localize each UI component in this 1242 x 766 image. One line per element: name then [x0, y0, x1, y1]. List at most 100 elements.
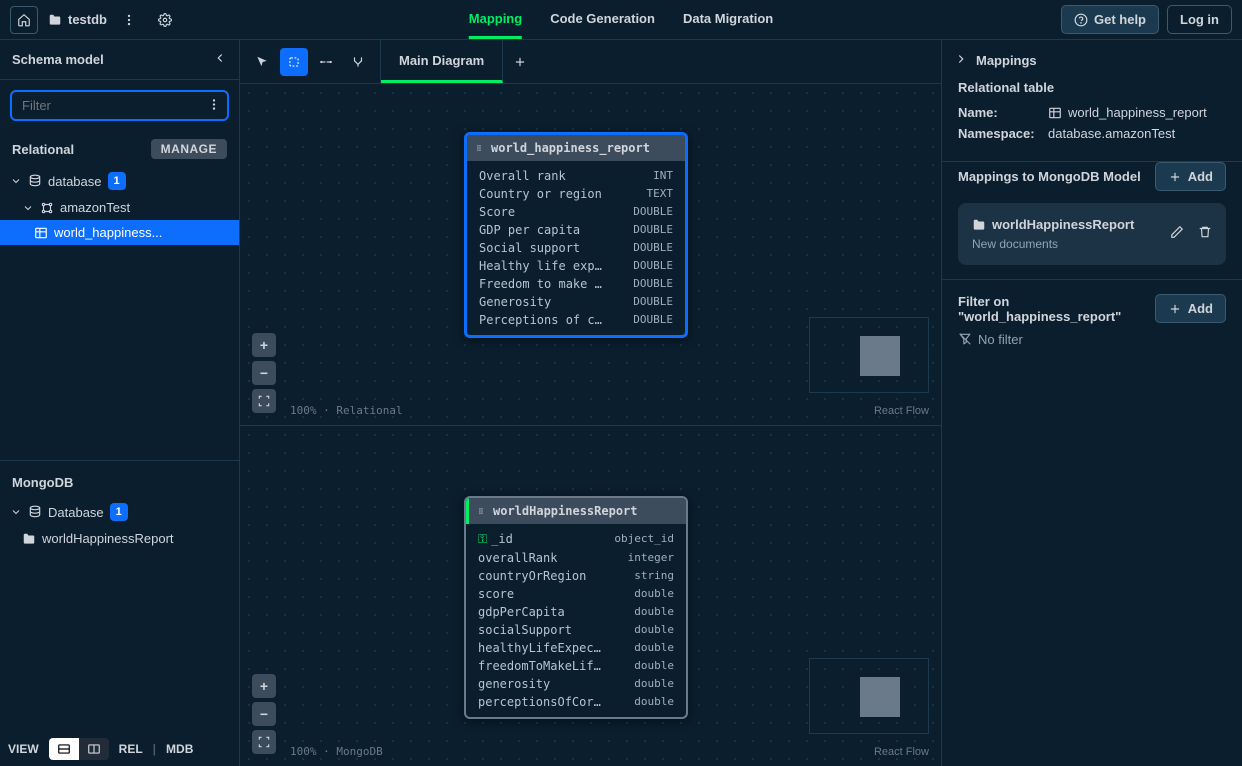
zoom-in-button[interactable]: + [252, 674, 276, 698]
chevron-right-icon [954, 52, 968, 66]
react-flow-attribution: React Flow [874, 405, 929, 417]
tree-schema[interactable]: amazonTest [0, 195, 239, 220]
trash-icon [1198, 225, 1212, 239]
diagram-tab-main[interactable]: Main Diagram [381, 40, 503, 83]
project-name: testdb [68, 12, 107, 27]
entity-row[interactable]: gdpPerCapitadouble [466, 603, 686, 621]
zoom-fit-button[interactable] [252, 730, 276, 754]
mongo-entity-card[interactable]: worldHappinessReport ⚿_idobject_idoveral… [464, 496, 688, 719]
folder-icon [972, 218, 986, 232]
branch-icon [351, 55, 365, 69]
tool-select[interactable] [280, 48, 308, 76]
zoom-in-button[interactable]: + [252, 333, 276, 357]
zoom-out-button[interactable]: − [252, 361, 276, 385]
collapse-left-button[interactable] [213, 51, 227, 68]
add-filter-button[interactable]: Add [1155, 294, 1226, 323]
mappings-title: Mappings [976, 53, 1037, 68]
manage-button[interactable]: MANAGE [151, 139, 227, 159]
entity-row[interactable]: perceptionsOfCor…double [466, 693, 686, 711]
entity-row[interactable]: Overall rankINT [467, 167, 685, 185]
mongodb-pane[interactable]: worldHappinessReport ⚿_idobject_idoveral… [240, 425, 941, 766]
mapping-card[interactable]: worldHappinessReport New documents [958, 203, 1226, 265]
relational-section-label: Relational [12, 142, 74, 157]
tree-table-selected[interactable]: world_happiness... [0, 220, 239, 245]
filter-input[interactable] [10, 90, 229, 121]
entity-row[interactable]: freedomToMakeLif…double [466, 657, 686, 675]
pane-mode-bottom: MongoDB [336, 745, 382, 758]
pencil-icon [1170, 225, 1184, 239]
entity-row[interactable]: countryOrRegionstring [466, 567, 686, 585]
name-value: world_happiness_report [1068, 105, 1207, 120]
react-flow-attribution: React Flow [874, 746, 929, 758]
tree-mongo-collection[interactable]: worldHappinessReport [0, 526, 239, 551]
home-button[interactable] [10, 6, 38, 34]
project-menu-button[interactable] [115, 6, 143, 34]
entity-row[interactable]: Freedom to make …DOUBLE [467, 275, 685, 293]
entity-row[interactable]: ScoreDOUBLE [467, 203, 685, 221]
nav-tab-mapping[interactable]: Mapping [469, 1, 522, 39]
entity-row[interactable]: healthyLifeExpec…double [466, 639, 686, 657]
minimap-top[interactable] [809, 317, 929, 393]
home-icon [17, 13, 31, 27]
minimap-bottom[interactable] [809, 658, 929, 734]
filter-options-button[interactable] [207, 97, 221, 114]
zoom-out-button[interactable]: − [252, 702, 276, 726]
cursor-icon [255, 55, 269, 69]
tree-mongo-database[interactable]: Database 1 [0, 498, 239, 526]
schema-icon [40, 201, 54, 215]
add-diagram-button[interactable] [503, 40, 537, 83]
entity-row[interactable]: ⚿_idobject_id [466, 530, 686, 549]
database-icon [28, 174, 42, 188]
namespace-label: Namespace: [958, 126, 1048, 141]
diagram-tab-label: Main Diagram [399, 53, 484, 68]
entity-row[interactable]: overallRankinteger [466, 549, 686, 567]
entity-row[interactable]: Country or regionTEXT [467, 185, 685, 203]
entity-row[interactable]: Perceptions of c…DOUBLE [467, 311, 685, 329]
mongodb-section-label: MongoDB [12, 475, 73, 490]
view-rel-label[interactable]: REL [119, 742, 143, 756]
tool-autolayout[interactable] [344, 48, 372, 76]
entity-row[interactable]: GDP per capitaDOUBLE [467, 221, 685, 239]
fit-icon [257, 394, 271, 408]
no-filter-label: No filter [978, 332, 1023, 347]
relational-entity-card[interactable]: world_happiness_report Overall rankINTCo… [464, 132, 688, 338]
fit-icon [257, 735, 271, 749]
nav-tab-codegen[interactable]: Code Generation [550, 1, 655, 39]
expand-right-button[interactable] [954, 52, 968, 69]
gear-icon [158, 13, 172, 27]
add-filter-label: Add [1188, 301, 1213, 316]
tool-connect[interactable] [312, 48, 340, 76]
chevron-down-icon [10, 174, 22, 188]
entity-row[interactable]: scoredouble [466, 585, 686, 603]
tree-database[interactable]: database 1 [0, 167, 239, 195]
entity-row[interactable]: Healthy life exp…DOUBLE [467, 257, 685, 275]
filter-heading: Filter on "world_happiness_report" [958, 294, 1155, 324]
view-mdb-label[interactable]: MDB [166, 742, 193, 756]
nav-tab-migration[interactable]: Data Migration [683, 1, 773, 39]
get-help-label: Get help [1094, 12, 1146, 27]
view-vertical-button[interactable] [79, 738, 109, 760]
edit-mapping-button[interactable] [1170, 225, 1184, 242]
table-icon [1048, 106, 1062, 120]
layout-horizontal-icon [57, 742, 71, 756]
entity-row[interactable]: socialSupportdouble [466, 621, 686, 639]
mappings-heading: Mappings to MongoDB Model [958, 169, 1141, 184]
project-label: testdb [48, 12, 107, 27]
add-mapping-label: Add [1188, 169, 1213, 184]
chevron-left-icon [213, 51, 227, 65]
view-horizontal-button[interactable] [49, 738, 79, 760]
relational-pane[interactable]: world_happiness_report Overall rankINTCo… [240, 84, 941, 425]
tool-cursor[interactable] [248, 48, 276, 76]
relational-entity-name: world_happiness_report [491, 141, 650, 155]
kebab-icon [207, 97, 221, 111]
entity-row[interactable]: GenerosityDOUBLE [467, 293, 685, 311]
entity-row[interactable]: Social supportDOUBLE [467, 239, 685, 257]
get-help-button[interactable]: Get help [1061, 5, 1159, 34]
delete-mapping-button[interactable] [1198, 225, 1212, 242]
entity-row[interactable]: generositydouble [466, 675, 686, 693]
plus-icon [1168, 302, 1182, 316]
add-mapping-button[interactable]: Add [1155, 162, 1226, 191]
settings-button[interactable] [151, 6, 179, 34]
login-button[interactable]: Log in [1167, 5, 1232, 34]
zoom-fit-button[interactable] [252, 389, 276, 413]
